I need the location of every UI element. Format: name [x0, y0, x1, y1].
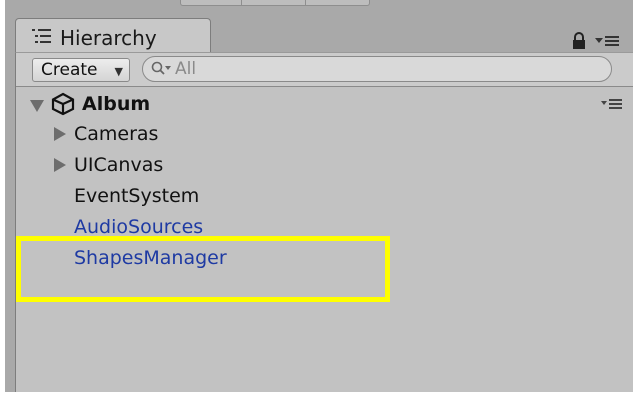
search-input[interactable]	[175, 58, 595, 80]
create-button[interactable]: Create ▼	[32, 58, 130, 82]
expand-arrow-icon[interactable]	[30, 100, 44, 112]
chevron-down-icon: ▼	[114, 65, 123, 78]
scene-row-album[interactable]: Album	[16, 89, 633, 119]
expand-arrow-icon[interactable]	[54, 158, 66, 172]
search-icon[interactable]	[151, 61, 173, 77]
tab-label: Hierarchy	[60, 26, 157, 50]
highlight-box	[16, 236, 390, 302]
item-label: EventSystem	[74, 185, 200, 207]
list-item[interactable]: Cameras	[16, 119, 633, 149]
list-item[interactable]: UICanvas	[16, 150, 633, 180]
hierarchy-toolbar: Create ▼	[16, 53, 633, 87]
search-field[interactable]	[142, 56, 612, 82]
tab-hierarchy[interactable]: Hierarchy	[15, 18, 211, 54]
create-label: Create	[41, 60, 98, 80]
lock-icon[interactable]	[571, 32, 587, 50]
list-item[interactable]: EventSystem	[16, 181, 633, 211]
item-label: UICanvas	[74, 154, 164, 176]
item-label: Cameras	[74, 123, 159, 145]
hierarchy-window: Hierarchy Create ▼ All Album Cameras UIC…	[5, 0, 633, 392]
top-toolbar-strip	[180, 0, 370, 6]
list-icon	[32, 29, 51, 43]
scene-name: Album	[82, 93, 151, 115]
expand-arrow-icon[interactable]	[54, 127, 66, 141]
window-controls	[565, 30, 625, 52]
hierarchy-panel: Create ▼ Album	[15, 52, 633, 392]
menu-icon[interactable]	[595, 34, 621, 48]
menu-icon[interactable]	[601, 95, 623, 113]
unity-logo-icon	[51, 92, 75, 116]
